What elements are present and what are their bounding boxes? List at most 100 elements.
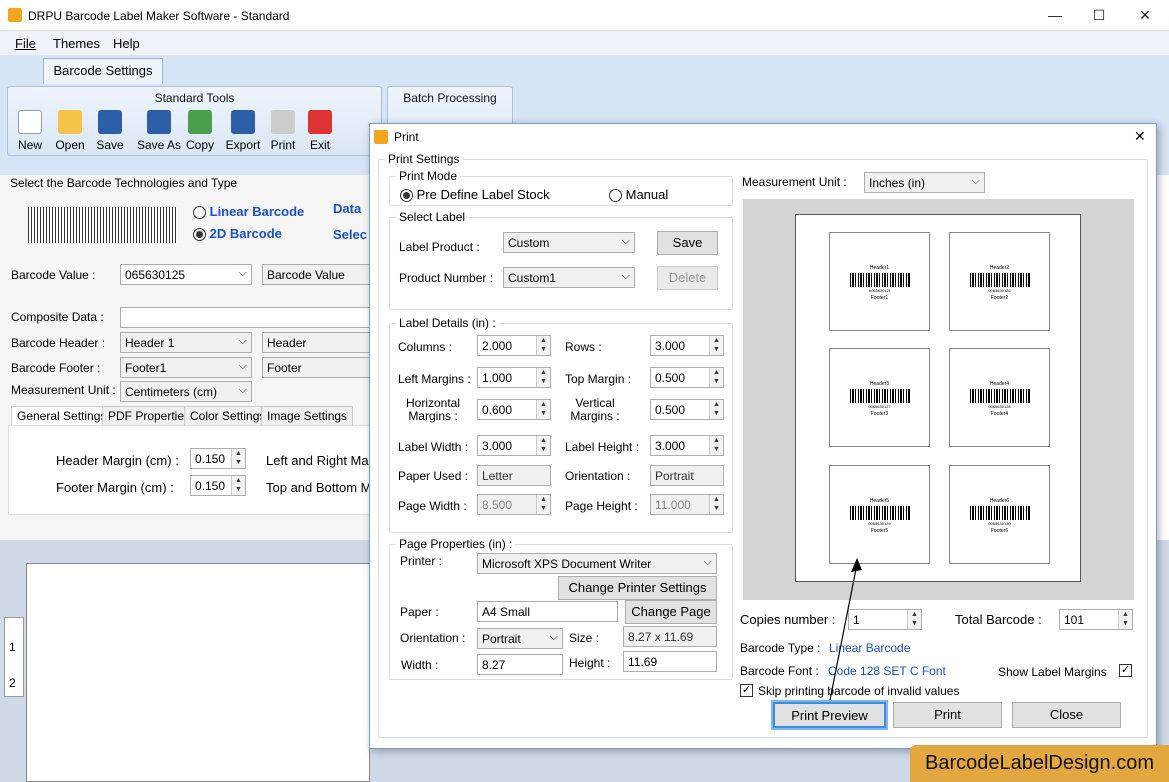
spinner-icon[interactable]: ▲ ▼: [231, 476, 245, 495]
label-height-label: Label Height :: [565, 440, 640, 454]
tab-image-settings[interactable]: Image Settings: [261, 406, 354, 426]
barcode-value-combo[interactable]: 065630125 ⌵: [120, 264, 252, 285]
change-printer-settings-button[interactable]: Change Printer Settings: [558, 576, 717, 600]
save-button[interactable]: Save: [657, 231, 718, 255]
printer-combo[interactable]: Microsoft XPS Document Writer ⌵: [477, 553, 717, 574]
paper-used-label: Paper Used :: [398, 469, 469, 483]
open-icon: [58, 110, 82, 134]
measurement-unit-label: Measurement Unit :: [11, 383, 116, 397]
data-source-label: Data: [333, 201, 362, 216]
copies-label: Copies number :: [740, 612, 836, 627]
pointer-arrow-icon: [829, 558, 862, 701]
show-margins-checkbox[interactable]: ✓: [1119, 664, 1132, 677]
rows-input[interactable]: 3.000 ▲ ▼: [650, 335, 724, 356]
top-margin-input[interactable]: 0.500 ▲ ▼: [650, 367, 724, 388]
spinner-icon[interactable]: ▲ ▼: [231, 449, 245, 468]
barcode-type-label: Barcode Type :: [740, 641, 821, 655]
tab-color-settings[interactable]: Color Settings: [184, 406, 272, 426]
linear-barcode-radio[interactable]: Linear Barcode: [193, 204, 304, 220]
copy-icon: [188, 110, 212, 134]
orientation2-label: Orientation :: [400, 631, 466, 645]
dialog-close-icon[interactable]: ✕: [1134, 128, 1146, 145]
new-button[interactable]: New: [8, 107, 52, 157]
left-margins-input[interactable]: 1.000 ▲ ▼: [477, 367, 551, 388]
footer-type-combo[interactable]: Footer: [262, 357, 370, 378]
columns-input[interactable]: 2.000 ▲ ▼: [477, 335, 551, 356]
manual-radio[interactable]: Manual: [609, 187, 668, 203]
chevron-down-icon: ⌵: [549, 631, 558, 643]
spinner-icon[interactable]: ▲ ▼: [1118, 610, 1132, 629]
header-margin-input[interactable]: 0.150 ▲ ▼: [190, 448, 246, 469]
menu-help[interactable]: Help: [113, 36, 140, 51]
exit-button[interactable]: Exit: [298, 107, 342, 157]
horizontal-margins-input[interactable]: 0.600 ▲ ▼: [477, 399, 551, 420]
maximize-button[interactable]: ☐: [1076, 0, 1122, 31]
spinner-icon[interactable]: ▲ ▼: [536, 400, 550, 419]
product-number-combo[interactable]: Custom1 ⌵: [503, 267, 635, 288]
barcode-value-type-combo[interactable]: Barcode Value: [262, 264, 370, 285]
copy-button[interactable]: Copy: [178, 107, 222, 157]
tab-barcode-settings[interactable]: Barcode Settings: [43, 58, 163, 84]
tab-pdf-properties[interactable]: PDF Properties: [102, 406, 197, 426]
orientation2-combo[interactable]: Portrait ⌵: [477, 628, 563, 649]
vertical-margins-input[interactable]: 0.500 ▲ ▼: [650, 399, 724, 420]
exit-icon: [308, 110, 332, 134]
header-margin-label: Header Margin (cm) :: [56, 453, 179, 468]
menu-themes[interactable]: Themes: [53, 36, 100, 51]
design-canvas[interactable]: [26, 563, 370, 782]
barcode-icon: [969, 506, 1030, 520]
product-number-label: Product Number :: [399, 271, 494, 285]
label-height-input[interactable]: 3.000 ▲ ▼: [650, 435, 724, 456]
minimize-button[interactable]: —: [1032, 0, 1078, 31]
measurement-unit-combo[interactable]: Centimeters (cm) ⌵: [120, 381, 252, 402]
composite-data-input[interactable]: [120, 307, 370, 328]
tb-margin-label: Top and Bottom M: [266, 480, 372, 495]
spinner-icon[interactable]: ▲ ▼: [709, 400, 723, 419]
barcode-header-combo[interactable]: Header 1 ⌵: [120, 332, 252, 353]
group-title-batch: Batch Processing: [403, 91, 497, 105]
delete-button[interactable]: Delete: [657, 266, 718, 290]
change-page-button[interactable]: Change Page: [625, 600, 717, 624]
preview-label: Header1 006563012I Footer1: [829, 232, 930, 331]
skip-invalid-checkbox[interactable]: ✓: [740, 684, 753, 697]
spinner-icon[interactable]: ▲ ▼: [536, 436, 550, 455]
spinner-icon[interactable]: ▲ ▼: [709, 436, 723, 455]
app-icon: [8, 8, 22, 22]
footer-margin-label: Footer Margin (cm) :: [56, 480, 174, 495]
watermark-badge: BarcodeLabelDesign.com: [910, 745, 1169, 782]
predefine-radio[interactable]: Pre Define Label Stock: [400, 187, 550, 203]
paper-field[interactable]: A4 Small: [477, 601, 618, 622]
header-type-combo[interactable]: Header: [262, 332, 370, 353]
size-field: 8.27 x 11.69: [623, 626, 717, 647]
tab-general-settings[interactable]: General Settings: [11, 406, 113, 426]
spinner-icon: ▲ ▼: [709, 495, 723, 514]
spinner-icon[interactable]: ▲ ▼: [709, 336, 723, 355]
ruler-mark: 2: [9, 676, 16, 690]
printer-label: Printer :: [400, 554, 443, 568]
export-button[interactable]: Export: [221, 107, 265, 157]
width-field[interactable]: 8.27: [477, 654, 563, 675]
open-button[interactable]: Open: [48, 107, 92, 157]
save-tool-button[interactable]: Save: [88, 107, 132, 157]
total-barcode-input[interactable]: 101 ▲ ▼: [1059, 609, 1133, 630]
spinner-icon[interactable]: ▲ ▼: [907, 610, 921, 629]
save-icon: [98, 110, 122, 134]
height-field[interactable]: 11.69: [623, 651, 717, 672]
preview-label: Header6 0065630130 Footer6: [949, 465, 1050, 564]
close-button[interactable]: ✕: [1122, 0, 1168, 31]
page-height-input: 11.000 ▲ ▼: [650, 494, 724, 515]
spinner-icon[interactable]: ▲ ▼: [709, 368, 723, 387]
print-preview-button[interactable]: Print Preview: [773, 702, 886, 728]
label-product-combo[interactable]: Custom ⌵: [503, 232, 635, 253]
measurement-unit-dialog-combo[interactable]: Inches (in) ⌵: [864, 172, 985, 193]
2d-barcode-radio[interactable]: 2D Barcode: [193, 226, 282, 242]
print-button[interactable]: Print: [893, 702, 1002, 728]
spinner-icon[interactable]: ▲ ▼: [536, 336, 550, 355]
barcode-footer-combo[interactable]: Footer1 ⌵: [120, 357, 252, 378]
save-as-button[interactable]: Save As: [135, 107, 183, 157]
close-dialog-button[interactable]: Close: [1012, 702, 1121, 728]
footer-margin-input[interactable]: 0.150 ▲ ▼: [190, 475, 246, 496]
spinner-icon[interactable]: ▲ ▼: [536, 368, 550, 387]
label-width-input[interactable]: 3.000 ▲ ▼: [477, 435, 551, 456]
menu-file[interactable]: File: [15, 36, 36, 51]
